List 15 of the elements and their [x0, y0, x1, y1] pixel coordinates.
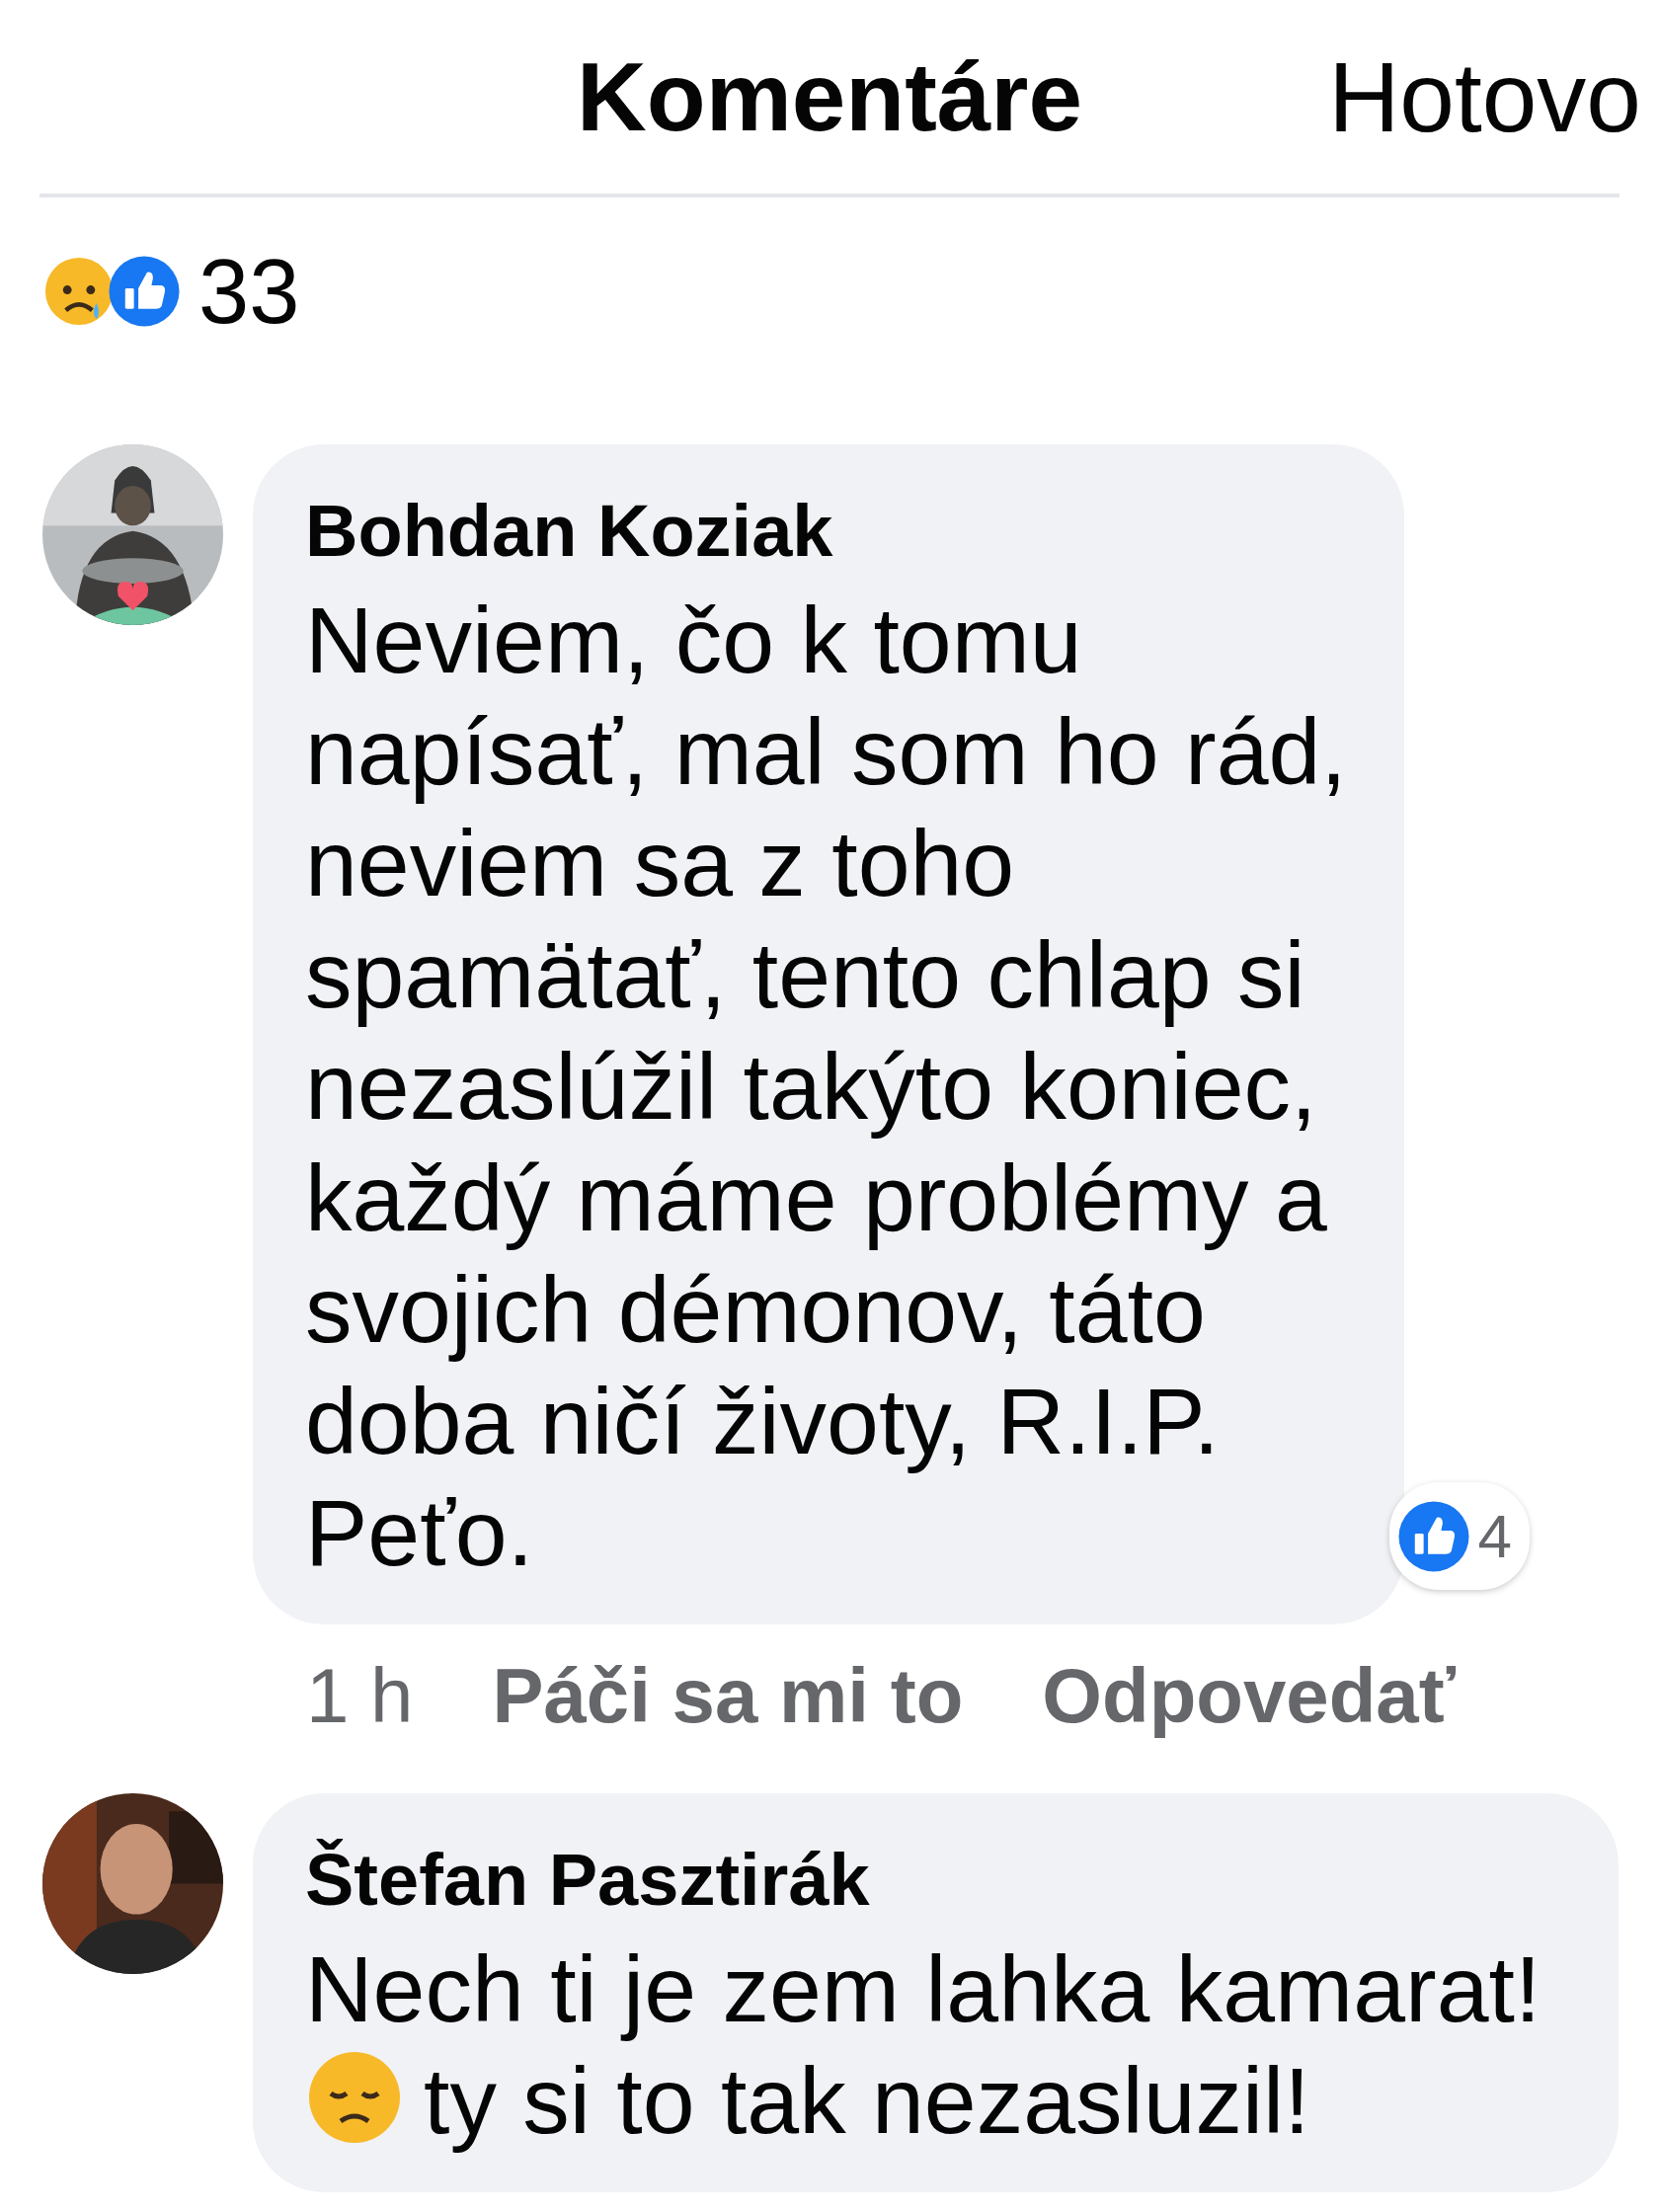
comment-text: Neviem, čo k tomu napísať, mal som ho rád, neviem sa z toho spamätať, tento chlap si nezaslúžil takýto koniec, každý máme problémy a svojich démonov, táto doba ničí životy, R.I.P. Peťo.	[305, 587, 1348, 1588]
like-icon	[108, 255, 181, 328]
reaction-count[interactable]: 33	[198, 223, 300, 359]
page-title: Komentáre	[577, 40, 1082, 153]
like-icon	[1396, 1499, 1470, 1573]
like-count-badge[interactable]: 4	[1388, 1482, 1530, 1591]
author-name[interactable]: Štefan Pasztirák	[305, 1833, 1585, 1929]
author-name[interactable]: Bohdan Koziak	[305, 484, 1371, 580]
done-button[interactable]: Hotovo	[1328, 23, 1641, 171]
reply-link[interactable]: Odpovedať	[1042, 1638, 1457, 1755]
like-count: 4	[1477, 1501, 1512, 1573]
comment-text: ty si to tak nezasluzil!	[424, 2048, 1310, 2154]
like-link[interactable]: Páči sa mi to	[492, 1638, 964, 1755]
comment-text: Nech ti je zem lahka kamarat!	[305, 1936, 1542, 2044]
comment-time: 1 h	[306, 1651, 414, 1742]
